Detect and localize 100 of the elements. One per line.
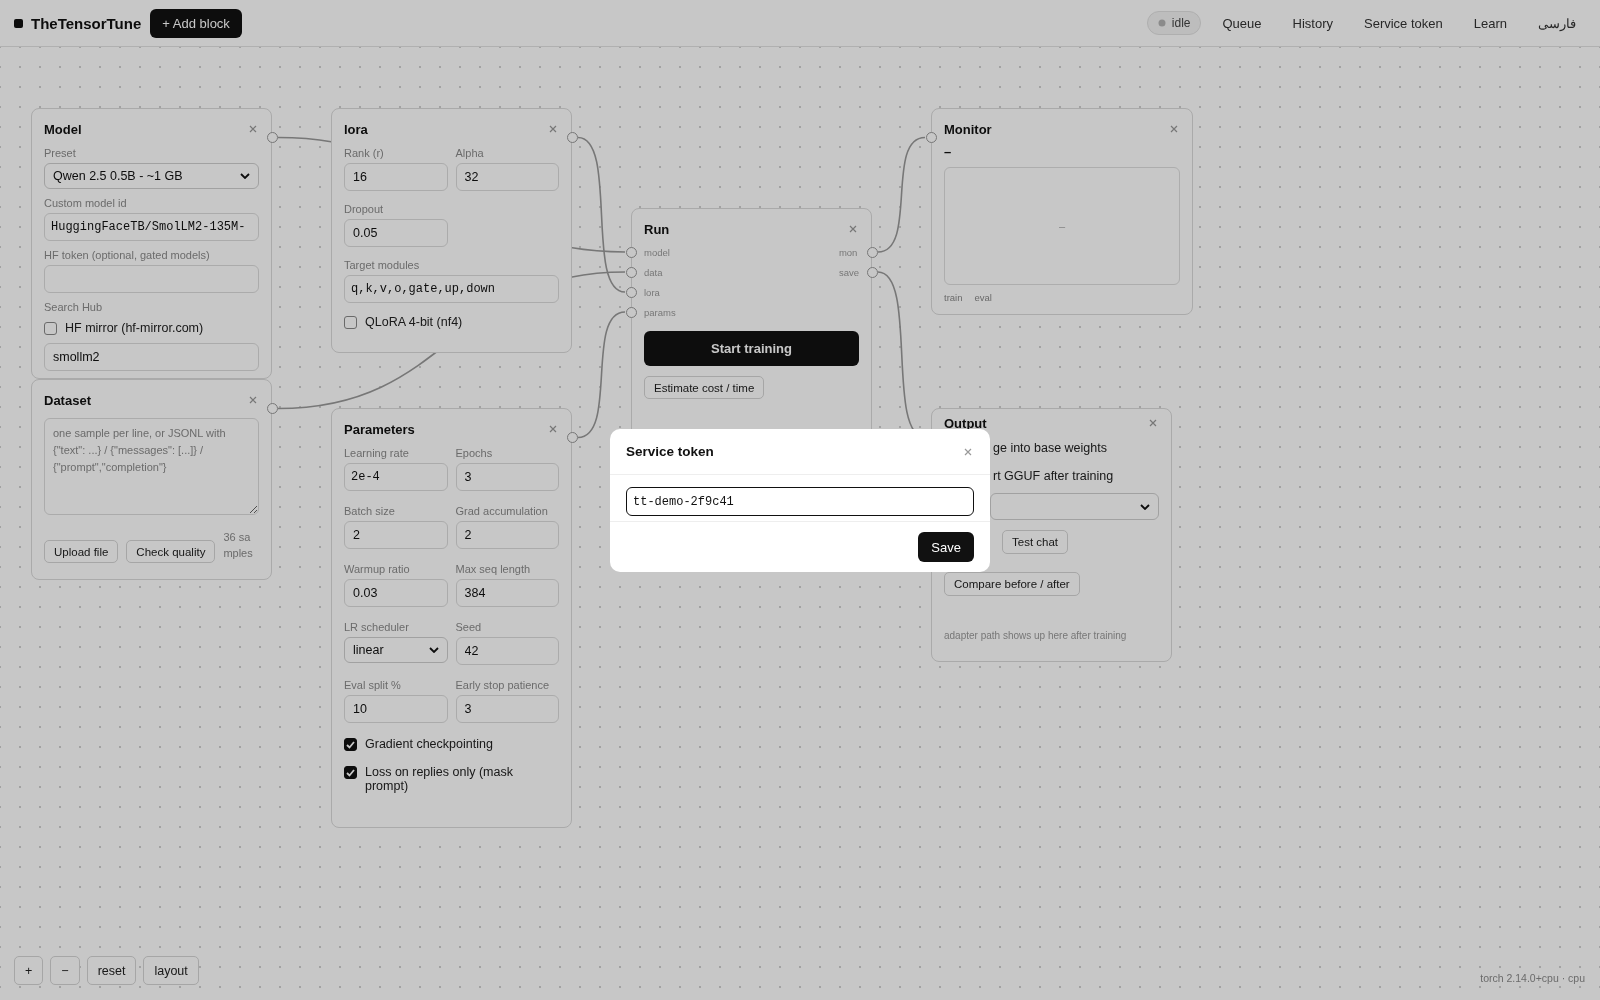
port-handle[interactable] (625, 306, 637, 318)
button[interactable]: Compare before / after (944, 572, 1080, 596)
input-field[interactable]: 42 (455, 637, 559, 665)
select-field[interactable] (990, 493, 1159, 520)
canvas-control-button[interactable]: + (14, 956, 44, 985)
text-area[interactable]: one sample per line, or JSONL with {"text": ...} / {"messages": [...]} / {"prompt","completion"} (44, 418, 259, 515)
port-handle[interactable] (866, 246, 878, 258)
port-label: data (644, 266, 663, 278)
field-label: Learning rate (344, 447, 410, 459)
status-badge: idle (1146, 11, 1202, 35)
close-button[interactable] (847, 223, 859, 235)
input-field[interactable]: HuggingFaceTB/SmolLM2-135M- (44, 213, 259, 241)
port-handle[interactable] (566, 432, 578, 443)
checkbox-label: Gradient checkpointing (365, 737, 493, 751)
field-label: Batch size (344, 505, 396, 517)
field-label: HF token (optional, gated models) (44, 249, 211, 261)
save-button[interactable]: Save (918, 532, 974, 562)
legend-label: eval (974, 292, 992, 303)
close-button[interactable] (247, 123, 259, 135)
nav-link[interactable]: فارسی (1538, 15, 1576, 31)
input-field[interactable]: 2 (455, 521, 559, 549)
input-field[interactable]: 0.05 (344, 219, 448, 247)
token-input[interactable]: tt-demo-2f9c41 (626, 487, 974, 516)
port-label: model (644, 246, 670, 258)
node-title: Dataset (44, 392, 91, 408)
select-field[interactable]: linear (344, 637, 448, 663)
version-text: torch 2.14.0+cpu · cpu (1480, 972, 1585, 984)
checkbox-label: QLoRA 4-bit (nf4) (365, 315, 463, 329)
node-title: Model (44, 121, 82, 137)
input-field[interactable]: q,k,v,o,gate,up,down (344, 275, 559, 303)
port-handle[interactable] (266, 132, 278, 143)
field-label: Dropout (344, 203, 385, 215)
hint-text: adapter path shows up here after training (944, 630, 1128, 641)
node-title: Output (944, 415, 987, 431)
port-handle[interactable] (625, 286, 637, 298)
select-field[interactable]: Qwen 2.5 0.5B - ~1 GB (44, 163, 259, 189)
node-title: Run (644, 221, 670, 237)
field-label: Alpha (455, 147, 485, 159)
input-field[interactable]: 2e-4 (344, 463, 448, 491)
close-button[interactable] (1168, 123, 1180, 135)
field-label: Eval split % (344, 679, 402, 691)
field-label: Early stop patience (455, 679, 551, 691)
field-label: Grad accumulation (455, 505, 549, 517)
input-field[interactable]: 0.03 (344, 579, 448, 607)
port-label: save (838, 266, 859, 278)
field-label: Max seq length (455, 563, 532, 575)
field-label: Epochs (455, 447, 494, 459)
sample-count: 36 samples (223, 530, 254, 561)
dialog-title: Service token (626, 444, 714, 459)
input-field[interactable]: 10 (344, 695, 448, 723)
node-title: lora (344, 121, 368, 137)
port-handle[interactable] (625, 246, 637, 258)
checkbox-label: Loss on replies only (mask prompt) (365, 765, 514, 793)
input-field[interactable]: 16 (344, 163, 448, 191)
input-field[interactable]: 384 (455, 579, 559, 607)
checkbox[interactable] (344, 316, 357, 329)
close-button[interactable] (247, 394, 259, 406)
add-block-button[interactable]: + Add block (150, 8, 242, 38)
field-label: Preset (44, 147, 77, 159)
input-field[interactable]: 3 (455, 463, 559, 491)
nav-link[interactable]: Learn (1473, 15, 1507, 31)
canvas-control-button[interactable]: reset (86, 956, 137, 985)
field-label: LR scheduler (344, 621, 410, 633)
port-handle[interactable] (566, 132, 578, 143)
button[interactable]: Check quality (126, 540, 216, 563)
nav-link[interactable]: History (1292, 15, 1333, 31)
button[interactable]: Estimate cost / time (644, 376, 765, 399)
port-handle[interactable] (266, 403, 278, 414)
canvas-control-button[interactable]: layout (143, 956, 199, 985)
chevron-down-icon (1140, 503, 1150, 510)
legend-label: train (944, 292, 963, 303)
close-button[interactable] (547, 123, 559, 135)
chevron-down-icon (428, 647, 439, 653)
port-handle[interactable] (866, 266, 878, 278)
close-button[interactable] (547, 423, 559, 435)
input-field[interactable]: 32 (455, 163, 559, 191)
button[interactable]: Test chat (1002, 530, 1069, 554)
port-label: mon (838, 246, 858, 258)
checkbox[interactable] (44, 322, 57, 335)
field-label: Target modules (344, 259, 421, 271)
canvas-control-button[interactable]: − (50, 956, 80, 985)
input-field[interactable]: smollm2 (44, 343, 259, 371)
field-label: Seed (455, 621, 483, 633)
input-field[interactable]: 3 (455, 695, 559, 723)
nav-link[interactable]: Queue (1222, 15, 1262, 31)
nav-link[interactable]: Service token (1364, 15, 1443, 31)
start-training-button[interactable]: Start training (644, 331, 859, 366)
checkbox[interactable] (344, 766, 357, 779)
chevron-down-icon (240, 173, 250, 179)
input-field[interactable] (44, 265, 259, 293)
field-label: Custom model id (44, 197, 128, 209)
node-title: Parameters (344, 421, 415, 437)
empty-chart-text: – (1058, 220, 1066, 232)
port-handle[interactable] (625, 266, 637, 278)
input-field[interactable]: 2 (344, 521, 448, 549)
status-dot-icon (1157, 19, 1166, 27)
checkbox[interactable] (344, 738, 357, 751)
button[interactable]: Upload file (44, 540, 119, 563)
close-button[interactable] (1147, 417, 1159, 429)
port-handle[interactable] (925, 132, 937, 143)
